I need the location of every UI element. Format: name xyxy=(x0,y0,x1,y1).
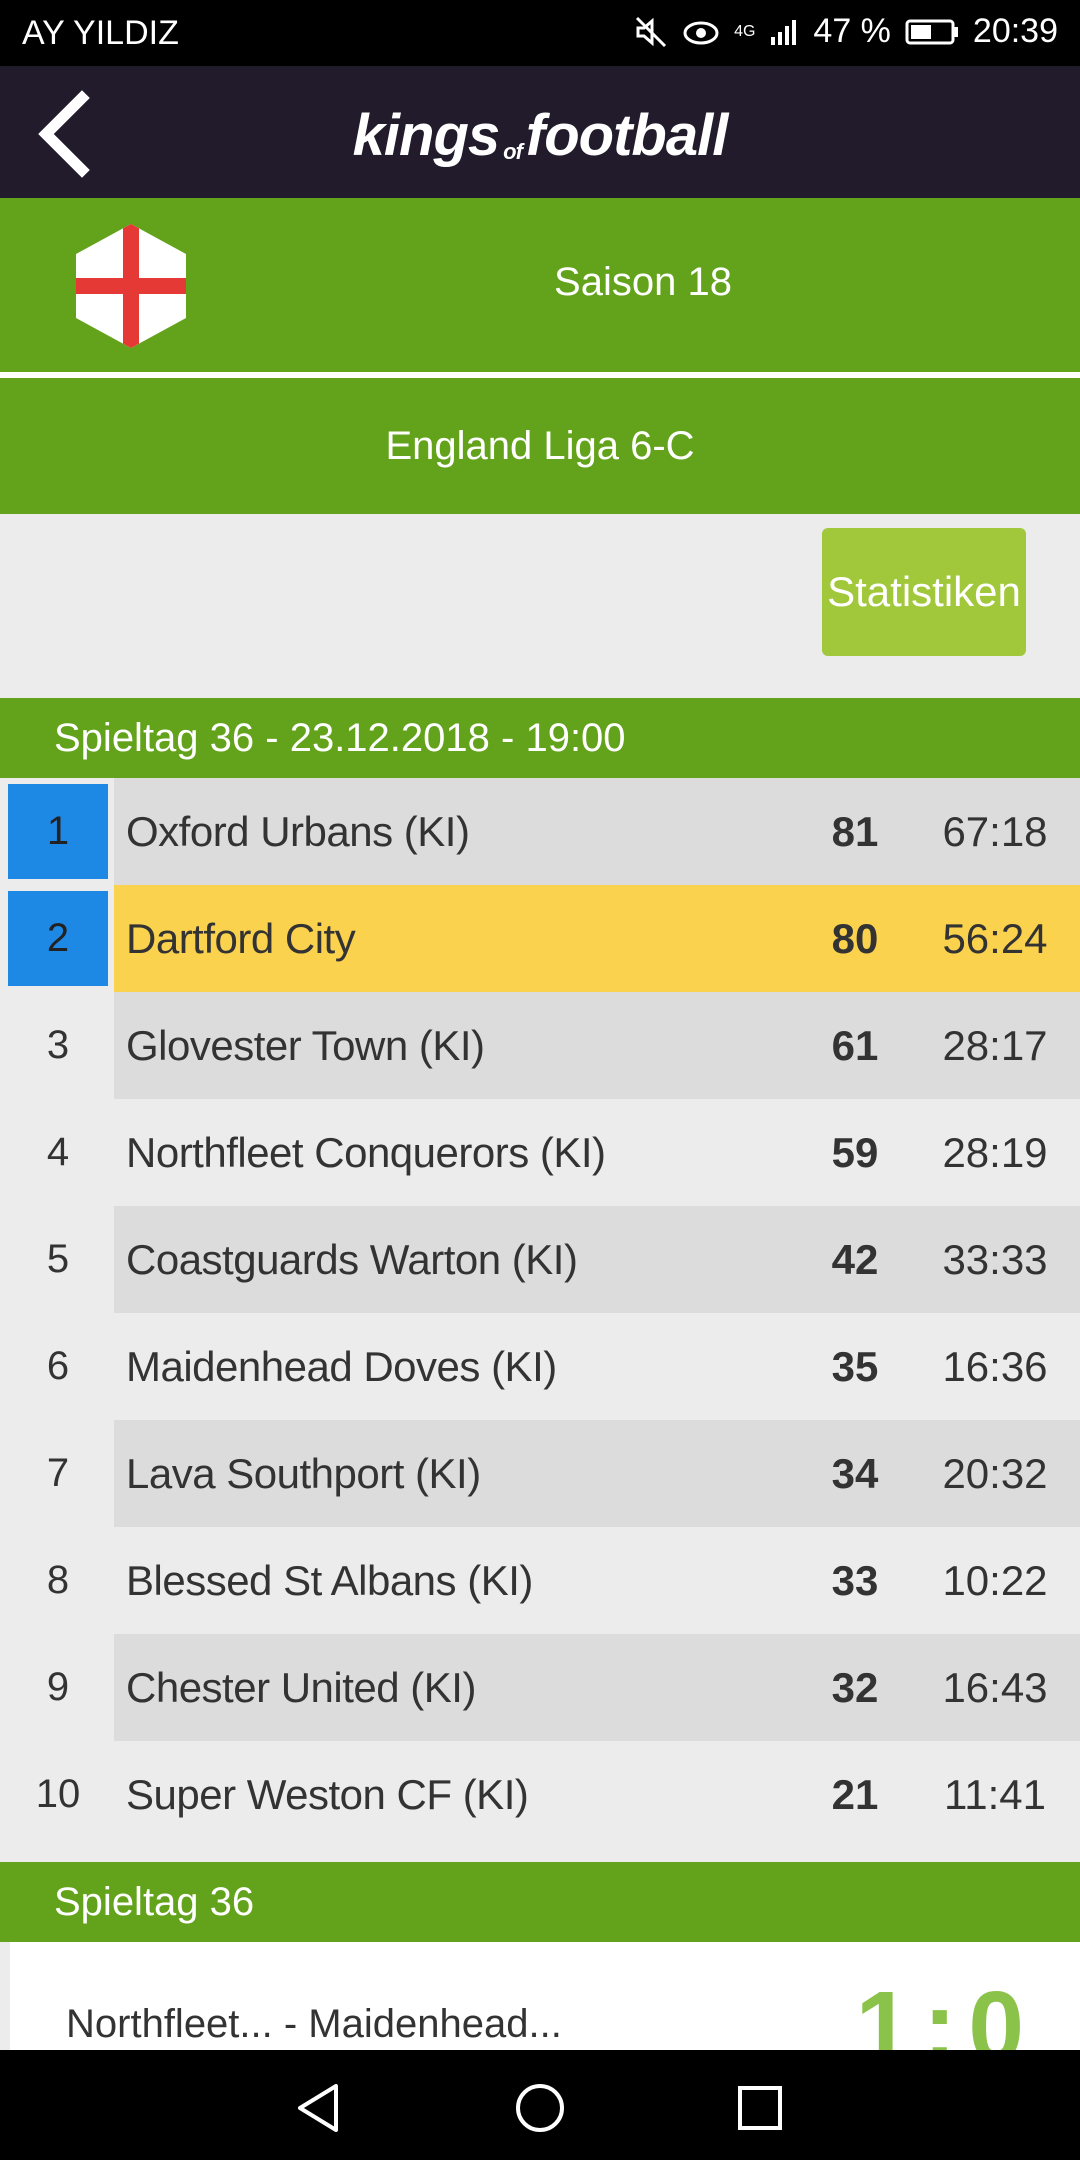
england-flag-icon xyxy=(76,224,186,348)
team-name: Maidenhead Doves (KI) xyxy=(126,1343,557,1390)
season-label: Saison 18 xyxy=(554,260,732,304)
stats-area: Statistiken xyxy=(0,514,1080,696)
league-name: England Liga 6-C xyxy=(0,378,1080,514)
points-cell: 80 xyxy=(831,915,879,962)
table-row[interactable]: 4 Northfleet Conquerors (KI) 59 28:19 xyxy=(0,1099,1080,1206)
table-row[interactable]: 8 Blessed St Albans (KI) 33 10:22 xyxy=(0,1527,1080,1634)
goals-cell: 67:18 xyxy=(942,808,1048,855)
back-nav-icon[interactable] xyxy=(292,2080,348,2136)
team-name: Chester United (KI) xyxy=(126,1664,476,1711)
points-cell: 34 xyxy=(831,1450,879,1497)
table-row[interactable]: 3 Glovester Town (KI) 61 28:17 xyxy=(0,992,1080,1099)
match-teams: Northfleet... - Maidenhead... xyxy=(66,2002,562,2046)
recents-nav-icon[interactable] xyxy=(732,2080,788,2136)
team-name: Northfleet Conquerors (KI) xyxy=(126,1129,606,1176)
points-cell: 42 xyxy=(831,1236,879,1283)
matchday-header: Spieltag 36 - 23.12.2018 - 19:00 xyxy=(0,698,1080,778)
points-cell: 33 xyxy=(831,1557,879,1604)
team-name: Coastguards Warton (KI) xyxy=(126,1236,578,1283)
goals-cell: 20:32 xyxy=(942,1450,1048,1497)
eye-comfort-icon xyxy=(683,21,719,44)
points-cell: 81 xyxy=(831,808,879,855)
goals-cell: 10:22 xyxy=(942,1557,1048,1604)
rank-cell: 5 xyxy=(46,1237,70,1281)
goals-cell: 33:33 xyxy=(942,1236,1048,1283)
team-name: Blessed St Albans (KI) xyxy=(126,1557,533,1604)
table-row[interactable]: 5 Coastguards Warton (KI) 42 33:33 xyxy=(0,1206,1080,1313)
rank-cell: 2 xyxy=(8,891,108,986)
team-name: Lava Southport (KI) xyxy=(126,1450,481,1497)
battery-percent: 47 % xyxy=(813,12,891,50)
points-cell: 61 xyxy=(831,1022,879,1069)
carrier-name: AY YILDIZ xyxy=(22,14,179,52)
points-cell: 59 xyxy=(831,1129,879,1176)
rank-cell: 4 xyxy=(46,1130,70,1174)
rank-cell: 6 xyxy=(46,1344,70,1388)
home-nav-icon[interactable] xyxy=(512,2080,568,2136)
goals-cell: 56:24 xyxy=(942,915,1048,962)
goals-cell: 28:19 xyxy=(942,1129,1048,1176)
rank-cell: 1 xyxy=(8,784,108,879)
team-name: Glovester Town (KI) xyxy=(126,1022,485,1069)
signal-icon xyxy=(771,19,797,45)
table-row[interactable]: 1 Oxford Urbans (KI) 81 67:18 xyxy=(0,778,1080,885)
statistics-button[interactable]: Statistiken xyxy=(822,528,1026,656)
clock: 20:39 xyxy=(972,12,1058,50)
points-cell: 21 xyxy=(831,1771,879,1818)
standings-table: 1 Oxford Urbans (KI) 81 67:18 2 Dartford City… xyxy=(0,778,1080,1848)
matchday-title: Spieltag 36 - 23.12.2018 - 19:00 xyxy=(54,716,626,760)
table-row[interactable]: 2 Dartford City 80 56:24 xyxy=(0,885,1080,992)
team-name: Dartford City xyxy=(126,915,356,962)
rank-cell: 3 xyxy=(46,1023,70,1067)
goals-cell: 16:36 xyxy=(942,1343,1048,1390)
team-name: Super Weston CF (KI) xyxy=(126,1771,529,1818)
navigation-bar xyxy=(0,2050,1080,2160)
matches-header: Spieltag 36 xyxy=(0,1862,1080,1942)
goals-cell: 11:41 xyxy=(944,1771,1046,1818)
network-type: 4G xyxy=(734,22,756,40)
rank-cell: 8 xyxy=(46,1558,70,1602)
rank-cell: 7 xyxy=(46,1451,70,1495)
rank-cell: 10 xyxy=(35,1772,81,1816)
table-row[interactable]: 10 Super Weston CF (KI) 21 11:41 xyxy=(0,1741,1080,1848)
status-icons: 4G 47 % 20:39 xyxy=(634,12,1058,51)
matches-title: Spieltag 36 xyxy=(54,1880,255,1924)
table-row[interactable]: 7 Lava Southport (KI) 34 20:32 xyxy=(0,1420,1080,1527)
points-cell: 35 xyxy=(831,1343,879,1390)
app-header: kings offootball xyxy=(0,66,1080,198)
status-bar: AY YILDIZ 4G 47 % 20:39 xyxy=(0,0,1080,66)
mute-icon xyxy=(636,16,667,47)
app-logo: kings offootball xyxy=(352,103,729,168)
season-band: Saison 18 xyxy=(0,198,1080,372)
table-row[interactable]: 9 Chester United (KI) 32 16:43 xyxy=(0,1634,1080,1741)
match-card[interactable]: Northfleet... - Maidenhead... 1:0 xyxy=(10,1942,1080,2050)
points-cell: 32 xyxy=(831,1664,879,1711)
match-score: 1:0 xyxy=(855,1971,1036,2050)
goals-cell: 28:17 xyxy=(942,1022,1048,1069)
battery-icon xyxy=(905,19,958,44)
rank-cell: 9 xyxy=(46,1665,70,1709)
table-row[interactable]: 6 Maidenhead Doves (KI) 35 16:36 xyxy=(0,1313,1080,1420)
team-name: Oxford Urbans (KI) xyxy=(126,808,470,855)
goals-cell: 16:43 xyxy=(942,1664,1048,1711)
